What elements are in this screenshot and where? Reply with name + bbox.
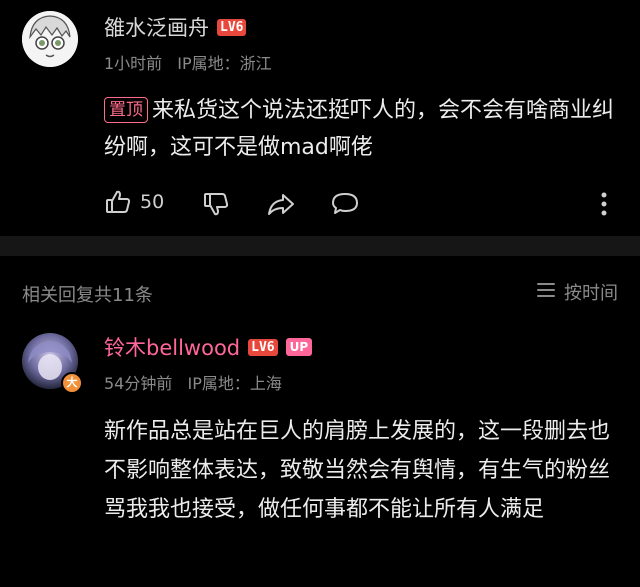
share-button[interactable] — [266, 190, 296, 218]
sort-button[interactable]: 按时间 — [536, 279, 618, 305]
ip-location: IP属地：上海 — [187, 374, 282, 393]
section-divider — [0, 236, 640, 256]
comment-time: 54分钟前 — [104, 374, 173, 393]
thumbs-down-icon — [202, 190, 230, 218]
dislike-button[interactable] — [202, 190, 230, 218]
up-badge: UP — [285, 338, 313, 356]
comment-bubble-icon — [330, 190, 360, 218]
comment-text: 来私货这个说法还挺吓人的，会不会有啥商业纠纷啊，这可不是做mad啊佬 — [104, 98, 615, 160]
reply-count: 相关回复共11条 — [22, 285, 153, 306]
username[interactable]: 雒水泛画舟 — [104, 12, 209, 42]
sort-icon — [536, 281, 556, 303]
like-button[interactable]: 50 — [104, 188, 164, 216]
more-options-button[interactable] — [596, 190, 612, 218]
pinned-badge: 置顶 — [104, 97, 148, 123]
comment-body[interactable]: 置顶 来私货这个说法还挺吓人的，会不会有啥商业纠纷啊，这可不是做mad啊佬 — [104, 92, 624, 166]
like-count: 50 — [140, 191, 165, 213]
avatar[interactable] — [22, 11, 78, 67]
username[interactable]: 铃木bellwood — [104, 332, 240, 362]
comment-time: 1小时前 — [104, 54, 163, 73]
level-badge: LV6 — [217, 18, 247, 36]
verified-badge-icon: 大 — [61, 372, 83, 394]
share-icon — [266, 190, 296, 218]
ip-location: IP属地：浙江 — [177, 54, 272, 73]
reply-text[interactable]: 新作品总是站在巨人的肩膀上发展的，这一段删去也不影响整体表达，致敬当然会有舆情，… — [104, 412, 620, 529]
thumbs-up-icon — [104, 188, 132, 216]
sort-label: 按时间 — [564, 283, 618, 304]
reply-button[interactable] — [330, 190, 360, 218]
more-vertical-icon — [596, 190, 612, 218]
level-badge: LV6 — [248, 338, 278, 356]
